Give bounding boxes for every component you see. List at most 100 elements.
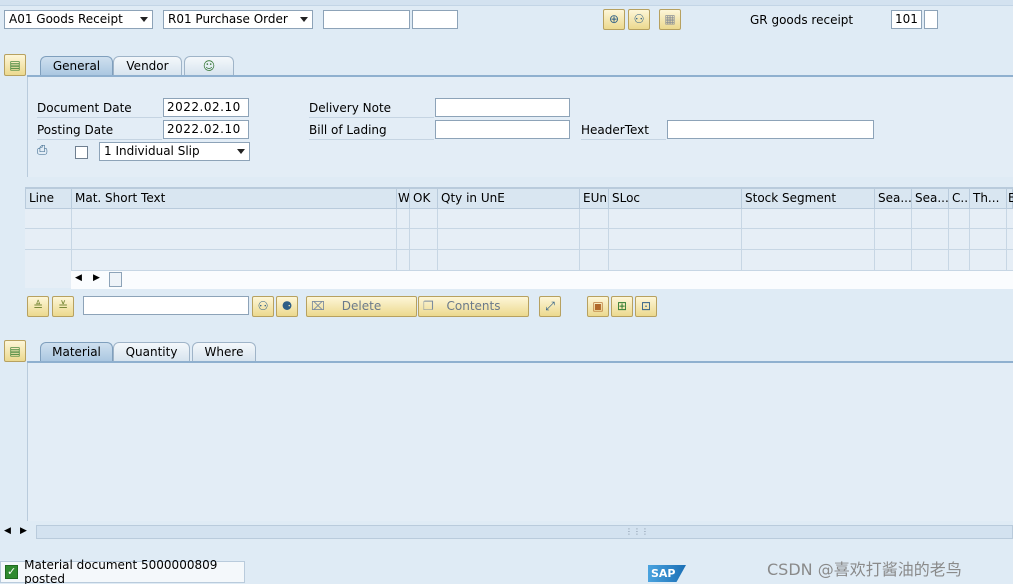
document-date-label: Document Date	[37, 99, 162, 118]
find-next-icon[interactable]: ⚈	[276, 296, 298, 317]
col-divider	[608, 209, 609, 270]
printer-icon[interactable]: ⎙	[37, 143, 53, 159]
bottom-scrollbar[interactable]: ⋮⋮⋮	[36, 525, 1013, 539]
col-divider	[409, 209, 410, 270]
transaction-value: A01 Goods Receipt	[9, 12, 123, 26]
col-eun[interactable]: EUn	[580, 189, 609, 209]
item-toggle-icon[interactable]: ▤	[4, 340, 26, 362]
posting-date-input[interactable]: 2022.02.10	[163, 120, 249, 139]
tab-vendor-label: Vendor	[126, 59, 169, 73]
execute-icon[interactable]: ⊕	[603, 9, 625, 30]
delivery-note-label: Delivery Note	[309, 99, 434, 118]
table-row[interactable]	[25, 209, 1013, 229]
tab-quantity[interactable]: Quantity	[113, 342, 190, 362]
header-text-label: HeaderText	[581, 121, 666, 140]
horizontal-scrollbar[interactable]: ◀ ▶	[71, 270, 1013, 289]
binoculars-icon[interactable]: ⚇	[252, 296, 274, 317]
header-toggle-icon[interactable]: ▤	[4, 54, 26, 76]
scroll-left-icon[interactable]: ◀	[75, 273, 82, 283]
table-header: Line Mat. Short Text W OK Qty in UnE EUn…	[25, 188, 1013, 209]
add-item-icon[interactable]: ⊞	[611, 296, 633, 317]
col-divider	[911, 209, 912, 270]
tab-partner[interactable]: ☺	[184, 56, 234, 76]
col-line[interactable]: Line	[26, 189, 72, 209]
reference-value: R01 Purchase Order	[168, 12, 288, 26]
calculator-icon[interactable]: ▦	[659, 9, 681, 30]
item-details-icon[interactable]: ⊡	[635, 296, 657, 317]
tab-where-label: Where	[204, 345, 244, 359]
slip-dropdown[interactable]: 1 Individual Slip	[99, 142, 250, 161]
grip-icon: ⋮⋮⋮	[625, 527, 649, 536]
scroll-right-icon[interactable]: ▶	[93, 273, 100, 283]
item-search-input[interactable]	[83, 296, 249, 315]
scroll-left-icon[interactable]: ◀	[4, 526, 11, 536]
delete-button[interactable]: ⌧ Delete	[306, 296, 417, 317]
tab-where[interactable]: Where	[192, 342, 256, 362]
stock-overview-icon[interactable]: ▣	[587, 296, 609, 317]
reference-doc-input[interactable]	[323, 10, 410, 29]
bill-of-lading-label: Bill of Lading	[309, 121, 434, 140]
tab-general-label: General	[52, 59, 101, 73]
col-divider	[948, 209, 949, 270]
tab-general[interactable]: General	[40, 56, 113, 76]
tab-material[interactable]: Material	[40, 342, 113, 362]
item-table: Line Mat. Short Text W OK Qty in UnE EUn…	[25, 187, 1013, 289]
col-sea-1[interactable]: Sea...	[875, 189, 912, 209]
tab-material-label: Material	[52, 345, 101, 359]
document-date-input[interactable]: 2022.02.10	[163, 98, 249, 117]
reference-dropdown[interactable]: R01 Purchase Order	[163, 10, 313, 29]
bill-of-lading-input[interactable]	[435, 120, 570, 139]
col-divider	[741, 209, 742, 270]
fullscreen-icon[interactable]: ⤢	[539, 296, 561, 317]
col-qty[interactable]: Qty in UnE	[438, 189, 580, 209]
table-row[interactable]	[25, 230, 1013, 250]
col-th[interactable]: Th...	[970, 189, 1007, 209]
movement-type-input[interactable]: 101	[891, 10, 922, 29]
col-divider	[969, 209, 970, 270]
sap-logo: SAP	[648, 565, 686, 582]
table-row[interactable]	[25, 251, 1013, 271]
col-e[interactable]: E	[1007, 189, 1013, 209]
watermark: CSDN @喜欢打酱油的老鸟	[767, 560, 962, 579]
tab-quantity-label: Quantity	[125, 345, 178, 359]
top-bar	[0, 0, 1013, 6]
chevron-down-icon	[237, 149, 245, 154]
col-divider	[874, 209, 875, 270]
col-divider	[1006, 209, 1007, 270]
trash-icon: ⌧	[311, 299, 325, 313]
reference-item-input[interactable]	[412, 10, 458, 29]
movement-extra-input[interactable]	[924, 10, 938, 29]
col-w[interactable]: W	[397, 189, 410, 209]
chevron-down-icon	[300, 17, 308, 22]
print-checkbox[interactable]	[75, 146, 88, 159]
status-bar[interactable]: ✓ Material document 5000000809 posted	[0, 558, 245, 584]
scroll-right-icon[interactable]: ▶	[20, 526, 27, 536]
col-sloc[interactable]: SLoc	[609, 189, 742, 209]
col-divider	[71, 209, 72, 270]
gr-label: GR goods receipt	[750, 13, 854, 27]
status-message: Material document 5000000809 posted	[24, 558, 218, 584]
col-c[interactable]: C...	[949, 189, 970, 209]
scroll-thumb[interactable]	[109, 272, 122, 287]
copy-icon: ❐	[423, 299, 434, 313]
header-text-input[interactable]	[667, 120, 874, 139]
transaction-dropdown[interactable]: A01 Goods Receipt	[4, 10, 153, 29]
contents-button[interactable]: ❐ Contents	[418, 296, 529, 317]
collapse-rows-icon[interactable]: ≚	[52, 296, 74, 317]
binoculars-icon[interactable]: ⚇	[628, 9, 650, 30]
col-short-text[interactable]: Mat. Short Text	[72, 189, 397, 209]
item-detail-panel	[27, 363, 1013, 521]
col-stock-segment[interactable]: Stock Segment	[742, 189, 875, 209]
col-divider	[437, 209, 438, 270]
expand-rows-icon[interactable]: ≜	[27, 296, 49, 317]
slip-value: 1 Individual Slip	[104, 144, 200, 158]
success-check-icon: ✓	[5, 565, 19, 579]
col-ok[interactable]: OK	[410, 189, 438, 209]
col-divider	[396, 209, 397, 270]
col-sea-2[interactable]: Sea...	[912, 189, 949, 209]
contents-label: Contents	[446, 299, 501, 313]
tab-vendor[interactable]: Vendor	[113, 56, 182, 76]
chevron-down-icon	[140, 17, 148, 22]
posting-date-label: Posting Date	[37, 121, 162, 140]
delivery-note-input[interactable]	[435, 98, 570, 117]
